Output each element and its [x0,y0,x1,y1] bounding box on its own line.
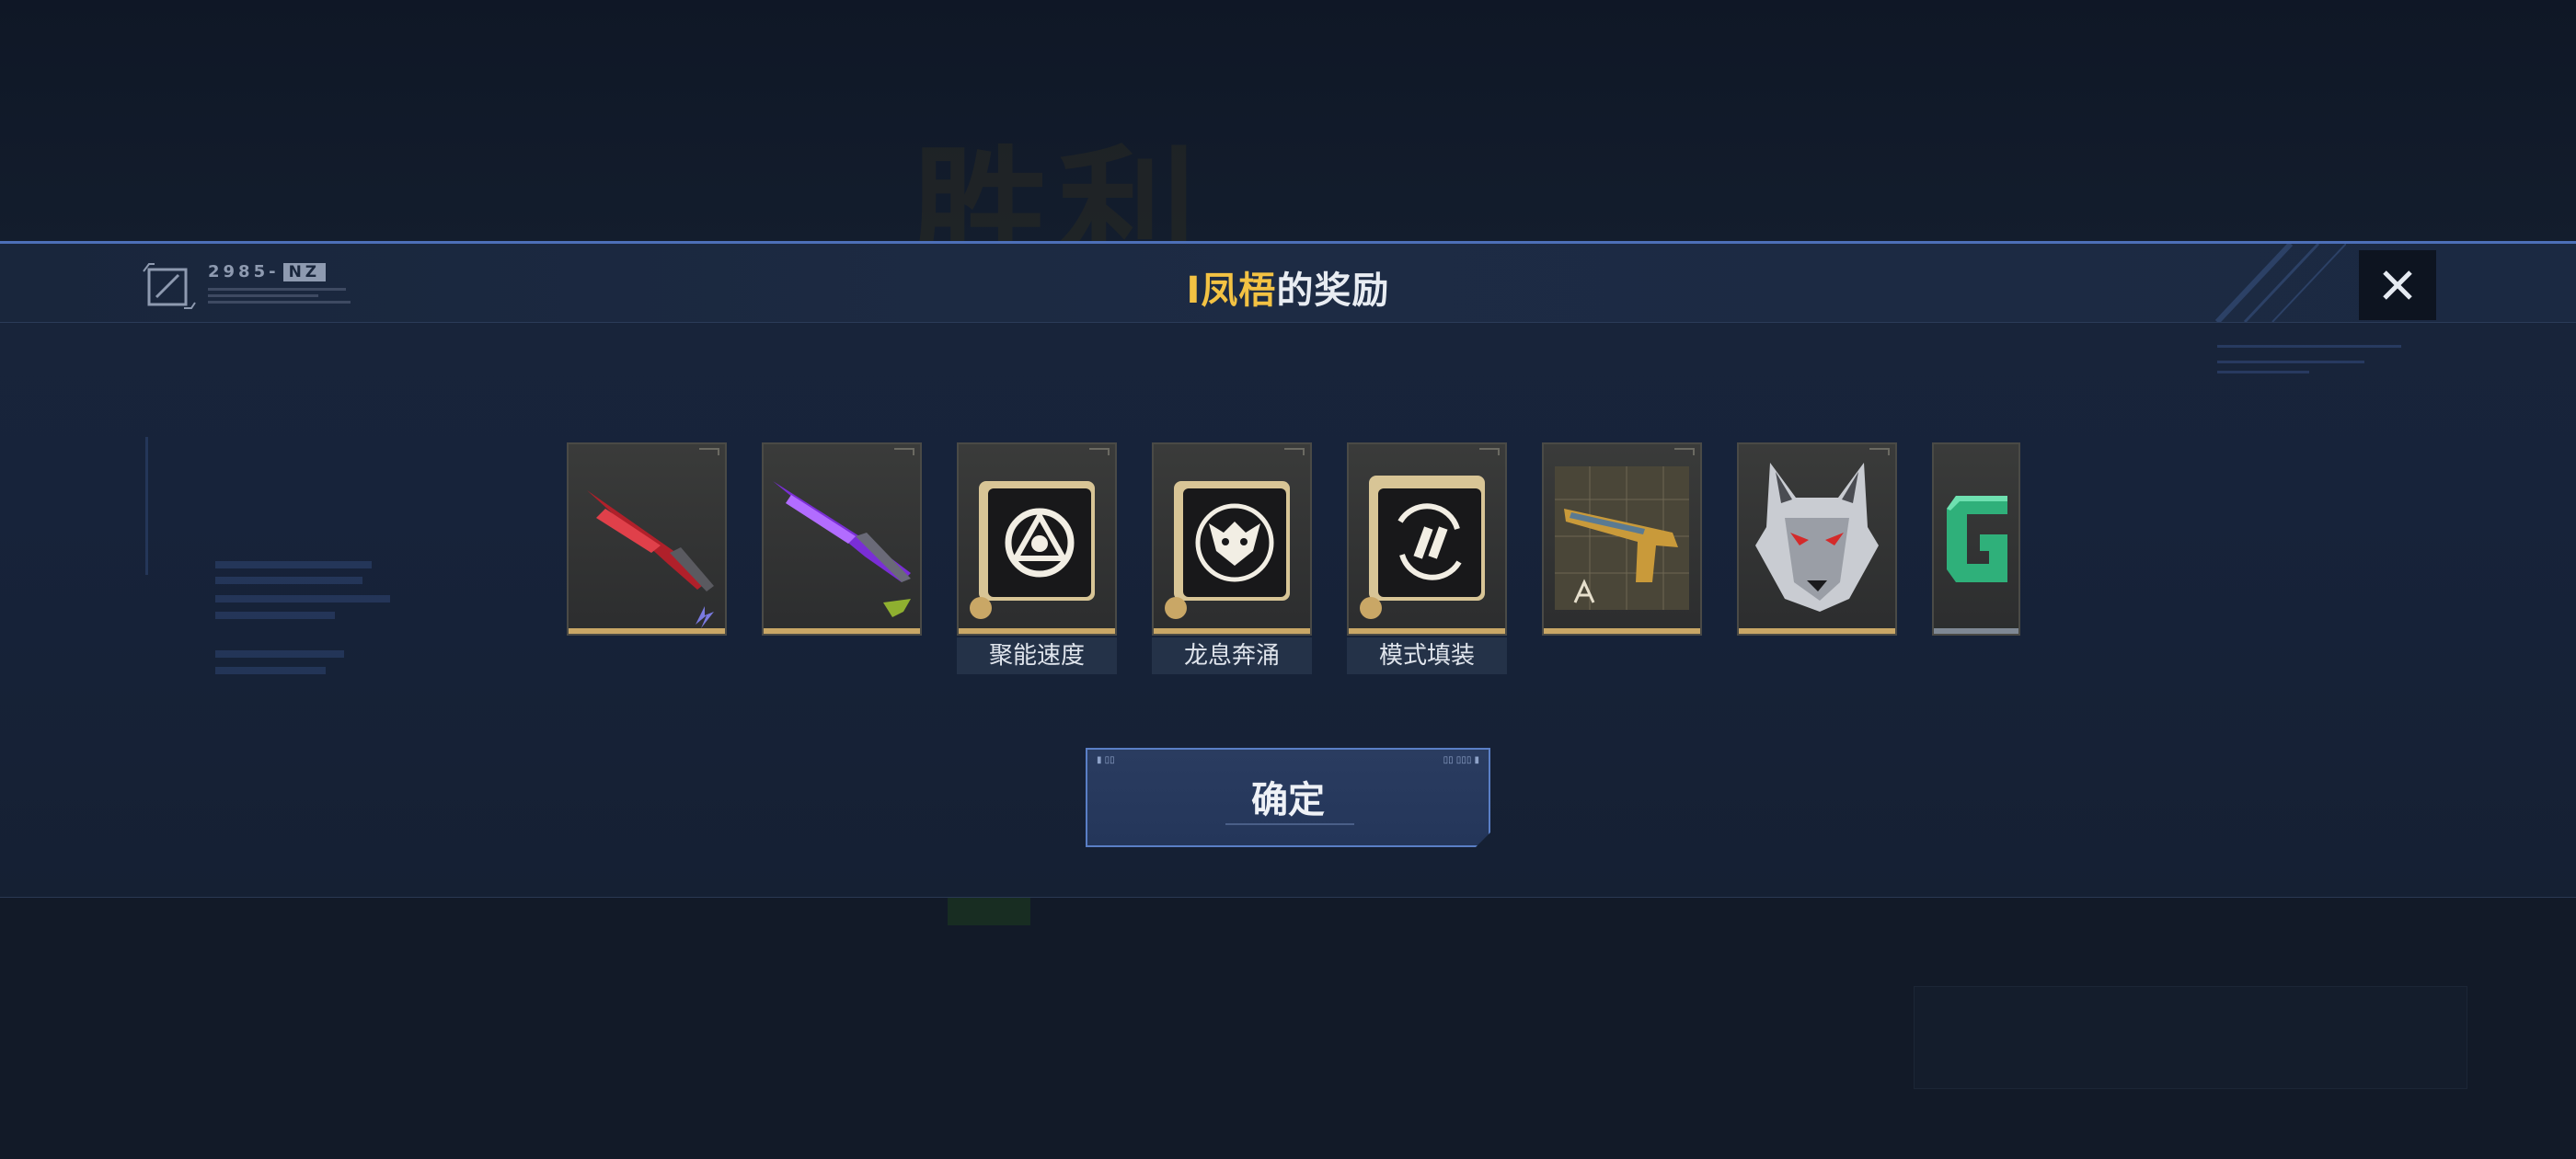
reward-label-juneng-sudu: 聚能速度 [957,637,1117,674]
red-blade-icon [587,490,714,628]
reward-card-purple-blade[interactable] [762,442,922,636]
reload-emblem-icon [1360,476,1485,619]
reward-card-moshi-tianzhuang[interactable] [1347,442,1507,636]
background-top [0,0,2576,241]
reward-card-red-blade[interactable] [567,442,727,636]
close-button[interactable] [2359,250,2436,320]
pistol-blueprint-icon [1555,466,1689,610]
background-bottom [0,894,2576,1159]
reward-card-juneng-sudu[interactable] [957,442,1117,636]
close-icon [2383,270,2412,300]
player-name: I凤梧 [1186,270,1277,312]
background-ghost-button [1914,986,2467,1089]
letter-g-icon [1947,496,2007,582]
panel-header: 2985- NZ I凤梧的奖励 [0,244,2576,323]
reward-label-longxi-benyong: 龙息奔涌 [1152,637,1312,674]
reward-panel: 2985- NZ I凤梧的奖励 聚能速度 龙息奔涌 模式填装 ▮ ▯▯ ▯▯ ▯… [0,241,2576,898]
reward-card-wolf-avatar[interactable] [1737,442,1897,636]
header-stripe-decoration [2214,244,2346,322]
triangle-emblem-icon [970,481,1095,619]
panel-title: I凤梧的奖励 [0,260,2576,314]
reward-card-green-g[interactable] [1932,442,2020,636]
left-stat-decoration [142,437,436,704]
background-ghost-badge [948,894,1030,925]
reward-card-pistol-blueprint[interactable] [1542,442,1702,636]
confirm-corner-mark-left: ▮ ▯▯ [1097,755,1115,765]
reward-card-longxi-benyong[interactable] [1152,442,1312,636]
confirm-corner-mark-right: ▯▯ ▯▯▯ ▮ [1443,755,1479,765]
wolf-head-icon [1755,463,1879,612]
right-info-decoration [2217,345,2438,400]
confirm-button-label: 确定 [1251,779,1325,821]
dragon-emblem-icon [1165,481,1290,619]
confirm-corner-cut [1476,832,1490,847]
purple-blade-icon [773,481,911,617]
confirm-underline [1225,823,1354,825]
title-suffix: 的奖励 [1276,270,1390,312]
reward-label-moshi-tianzhuang: 模式填装 [1347,637,1507,674]
confirm-button[interactable]: ▮ ▯▯ ▯▯ ▯▯▯ ▮ 确定 [1086,748,1490,847]
